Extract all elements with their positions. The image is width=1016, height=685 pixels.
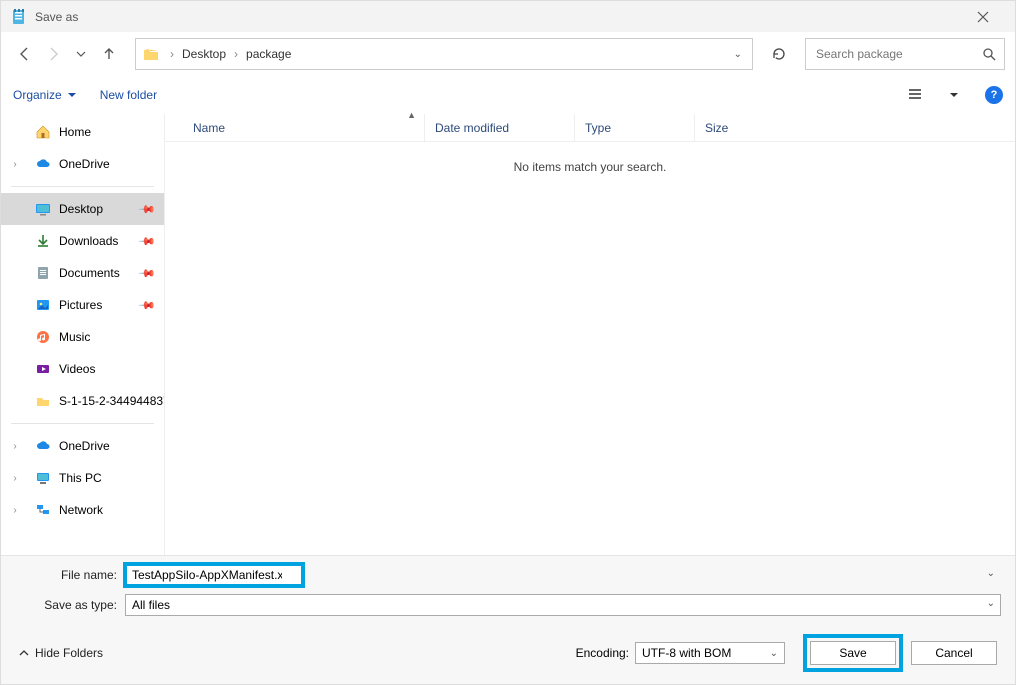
tree-desktop[interactable]: Desktop 📌: [1, 193, 164, 225]
col-date[interactable]: Date modified: [425, 114, 575, 141]
search-box[interactable]: [805, 38, 1005, 70]
refresh-button[interactable]: [763, 38, 795, 70]
download-icon: [35, 233, 51, 249]
cancel-button[interactable]: Cancel: [911, 641, 997, 665]
nav-tree: Home › OneDrive Desktop 📌 Downloads 📌 Do…: [1, 114, 165, 555]
view-list-icon[interactable]: [901, 81, 929, 109]
chevron-up-icon: [19, 648, 29, 658]
savetype-label: Save as type:: [15, 598, 125, 612]
chevron-down-icon: [68, 91, 76, 99]
forward-button[interactable]: [39, 40, 67, 68]
organize-menu[interactable]: Organize: [13, 88, 76, 102]
search-input[interactable]: [814, 46, 982, 62]
save-as-dialog: Save as › Desktop › package ⌄: [0, 0, 1016, 685]
filename-input[interactable]: [125, 564, 303, 586]
savetype-combo[interactable]: All files: [125, 594, 1001, 616]
file-list: No items match your search.: [165, 142, 1015, 555]
breadcrumb[interactable]: › Desktop › package ⌄: [135, 38, 753, 70]
encoding-label: Encoding:: [576, 646, 629, 660]
divider: [11, 186, 154, 187]
tree-documents[interactable]: Documents 📌: [1, 257, 164, 289]
desktop-icon: [35, 201, 51, 217]
save-button[interactable]: Save: [810, 641, 896, 665]
filename-highlight: [125, 564, 303, 586]
tree-this-pc[interactable]: › This PC: [1, 462, 164, 494]
pc-icon: [35, 470, 51, 486]
recent-dropdown[interactable]: [67, 40, 95, 68]
tree-videos[interactable]: Videos: [1, 353, 164, 385]
filename-label: File name:: [15, 568, 125, 582]
home-icon: [35, 124, 51, 140]
col-type[interactable]: Type: [575, 114, 695, 141]
chevron-down-icon: ⌄: [770, 648, 778, 659]
chevron-right-icon: ›: [166, 47, 178, 61]
col-name[interactable]: Name ▲: [165, 114, 425, 141]
up-button[interactable]: [95, 40, 123, 68]
nav-row: › Desktop › package ⌄: [1, 32, 1015, 76]
cloud-icon: [35, 438, 51, 454]
chevron-right-icon[interactable]: ›: [9, 505, 21, 516]
network-icon: [35, 502, 51, 518]
tree-onedrive[interactable]: › OneDrive: [1, 148, 164, 180]
column-headers: Name ▲ Date modified Type Size: [165, 114, 1015, 142]
save-highlight: Save: [803, 634, 903, 672]
pictures-icon: [35, 297, 51, 313]
tree-network[interactable]: › Network: [1, 494, 164, 526]
divider: [11, 423, 154, 424]
col-size[interactable]: Size: [695, 114, 785, 141]
tree-pictures[interactable]: Pictures 📌: [1, 289, 164, 321]
tree-music[interactable]: Music: [1, 321, 164, 353]
folder-icon: [35, 393, 51, 409]
new-folder-button[interactable]: New folder: [100, 88, 157, 102]
tree-onedrive-2[interactable]: › OneDrive: [1, 430, 164, 462]
pin-icon: 📌: [138, 264, 157, 283]
tree-downloads[interactable]: Downloads 📌: [1, 225, 164, 257]
close-button[interactable]: [960, 1, 1005, 32]
title-bar: Save as: [1, 1, 1015, 32]
chevron-right-icon[interactable]: ›: [9, 441, 21, 452]
empty-message: No items match your search.: [514, 160, 667, 555]
breadcrumb-item[interactable]: package: [242, 47, 295, 61]
view-dropdown[interactable]: [947, 81, 961, 109]
command-bar: Organize New folder ?: [1, 76, 1015, 114]
chevron-down-icon[interactable]: ⌄: [987, 568, 995, 579]
pin-icon: 📌: [138, 200, 157, 219]
videos-icon: [35, 361, 51, 377]
folder-icon: [142, 45, 160, 63]
chevron-right-icon: ›: [230, 47, 242, 61]
tree-sid-folder[interactable]: S-1-15-2-344944837...: [1, 385, 164, 417]
pin-icon: 📌: [138, 296, 157, 315]
app-icon: [11, 9, 27, 25]
hide-folders-button[interactable]: Hide Folders: [19, 646, 103, 660]
back-button[interactable]: [11, 40, 39, 68]
window-title: Save as: [35, 10, 78, 24]
pin-icon: 📌: [138, 232, 157, 251]
cloud-icon: [35, 156, 51, 172]
file-list-pane: Name ▲ Date modified Type Size No items …: [165, 114, 1015, 555]
encoding-combo[interactable]: UTF-8 with BOM ⌄: [635, 642, 785, 664]
documents-icon: [35, 265, 51, 281]
sort-asc-icon: ▲: [407, 110, 416, 120]
chevron-right-icon[interactable]: ›: [9, 473, 21, 484]
dialog-body: Home › OneDrive Desktop 📌 Downloads 📌 Do…: [1, 114, 1015, 555]
breadcrumb-dropdown[interactable]: ⌄: [734, 49, 746, 60]
tree-home[interactable]: Home: [1, 116, 164, 148]
chevron-right-icon[interactable]: ›: [9, 159, 21, 170]
footer-row: Hide Folders Encoding: UTF-8 with BOM ⌄ …: [15, 624, 1001, 684]
save-fields: File name: ⌄ Save as type: All files ⌄: [1, 555, 1015, 684]
breadcrumb-item[interactable]: Desktop: [178, 47, 230, 61]
music-icon: [35, 329, 51, 345]
search-icon: [982, 47, 996, 61]
help-button[interactable]: ?: [985, 86, 1003, 104]
